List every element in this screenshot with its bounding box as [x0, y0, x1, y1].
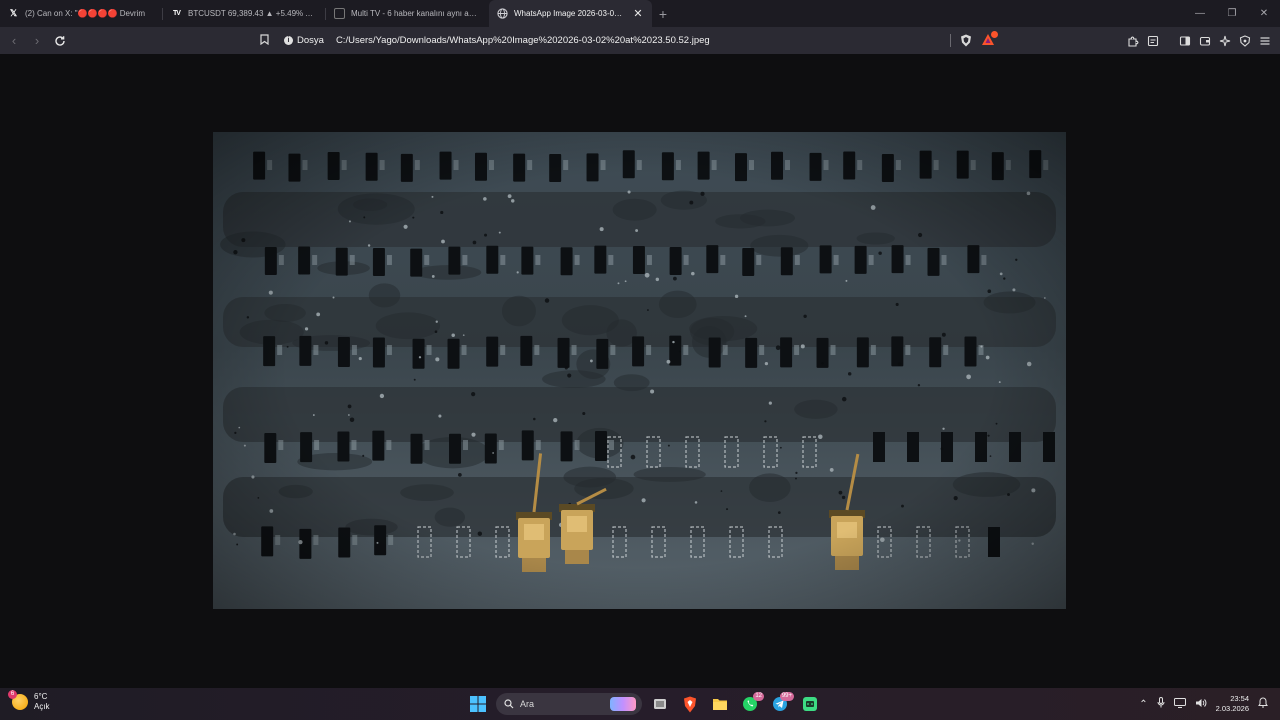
clock-time: 23:54 — [1230, 694, 1249, 703]
address-bar[interactable]: i Dosya C:/Users/Yago/Downloads/WhatsApp… — [254, 30, 1000, 51]
taskbar-center: Ara 12 99+ — [466, 692, 822, 716]
microphone-icon[interactable] — [1157, 697, 1165, 711]
weather-condition: Açık — [34, 702, 50, 711]
system-tray: ⌃ 23:54 2.03.2026 — [1139, 692, 1268, 716]
search-highlight-icon — [610, 697, 636, 711]
windows-taskbar: 6 6°C Açık Ara 12 99+ ⌃ 23:54 2.03.2026 — [0, 688, 1280, 720]
telegram-badge: 99+ — [779, 692, 794, 701]
new-tab-button[interactable]: + — [652, 0, 674, 27]
reader-mode-icon[interactable] — [1146, 34, 1160, 48]
telegram-icon[interactable]: 99+ — [768, 692, 794, 716]
sidebar-icon[interactable] — [1178, 34, 1192, 48]
sun-icon: 6 — [8, 690, 28, 710]
android-studio-icon[interactable] — [798, 692, 822, 716]
vpn-shield-icon[interactable] — [1238, 34, 1252, 48]
taskbar-search[interactable]: Ara — [496, 693, 642, 715]
tab-title: BTCUSDT 69,389.43 ▲ +5.49% Adsız — [188, 9, 318, 18]
toolbar-right-icons — [1126, 27, 1272, 54]
restore-icon[interactable]: ❐ — [1216, 0, 1248, 27]
brave-browser-icon[interactable] — [678, 692, 702, 716]
chevron-up-icon[interactable]: ⌃ — [1139, 699, 1147, 710]
weather-badge: 6 — [8, 690, 17, 699]
rewards-badge — [991, 31, 998, 38]
forward-icon[interactable]: › — [27, 31, 47, 51]
tab-title: WhatsApp Image 2026-03-02 at — [514, 9, 626, 18]
bookmark-icon[interactable] — [254, 33, 274, 48]
image-viewer — [0, 54, 1280, 688]
weather-widget[interactable]: 6 6°C Açık — [8, 690, 50, 712]
close-window-icon[interactable]: ✕ — [1248, 0, 1280, 27]
info-icon: i — [284, 36, 293, 45]
wallet-icon[interactable] — [1198, 34, 1212, 48]
tradingview-icon: TV — [173, 10, 181, 17]
document-icon — [334, 8, 345, 19]
tab-strip: 𝕏 (2) Can on X: "🔴🔴🔴🔴 Devrim TV BTCUSDT … — [0, 0, 1280, 27]
tab-x[interactable]: 𝕏 (2) Can on X: "🔴🔴🔴🔴 Devrim — [0, 0, 163, 27]
nav-buttons: ‹ › — [4, 31, 70, 51]
leo-ai-icon[interactable] — [1218, 34, 1232, 48]
volume-icon[interactable] — [1195, 698, 1207, 711]
x-logo-icon: 𝕏 — [9, 8, 18, 18]
brave-rewards-icon[interactable] — [981, 31, 998, 47]
site-info[interactable]: i Dosya — [284, 35, 324, 46]
tab-multitv[interactable]: Multi TV - 6 haber kanalını aynı anda — [326, 0, 489, 27]
window-controls: — ❐ ✕ — [1184, 0, 1280, 27]
whatsapp-badge: 12 — [753, 692, 764, 701]
search-placeholder: Ara — [520, 699, 535, 709]
menu-icon[interactable] — [1258, 34, 1272, 48]
task-view-icon[interactable] — [648, 692, 672, 716]
tab-title: Multi TV - 6 haber kanalını aynı anda — [351, 9, 481, 18]
browser-toolbar: ‹ › i Dosya C:/Users/Yago/Downloads/What… — [0, 27, 1280, 54]
minimize-icon[interactable]: — — [1184, 0, 1216, 27]
globe-icon — [497, 8, 508, 19]
tab-whatsapp-image[interactable]: WhatsApp Image 2026-03-02 at ✕ — [489, 0, 652, 27]
tab-tradingview[interactable]: TV BTCUSDT 69,389.43 ▲ +5.49% Adsız — [163, 0, 326, 27]
windows-start-icon[interactable] — [466, 692, 490, 716]
network-icon[interactable] — [1173, 697, 1186, 711]
tab-title: (2) Can on X: "🔴🔴🔴🔴 Devrim — [25, 9, 146, 18]
clock[interactable]: 23:54 2.03.2026 — [1216, 694, 1249, 714]
address-divider — [950, 34, 951, 47]
clock-date: 2.03.2026 — [1215, 704, 1249, 713]
close-tab-icon[interactable]: ✕ — [632, 8, 644, 20]
notification-bell-icon[interactable] — [1258, 697, 1268, 711]
search-icon — [504, 699, 514, 709]
url-text[interactable]: C:/Users/Yago/Downloads/WhatsApp%20Image… — [336, 35, 710, 46]
site-label: Dosya — [297, 35, 324, 46]
file-explorer-icon[interactable] — [708, 692, 732, 716]
extensions-icon[interactable] — [1126, 34, 1140, 48]
whatsapp-icon[interactable]: 12 — [738, 692, 764, 716]
back-icon[interactable]: ‹ — [4, 31, 24, 51]
reload-icon[interactable] — [50, 31, 70, 51]
temperature: 6°C — [34, 692, 48, 701]
brave-shields-icon[interactable] — [960, 34, 972, 47]
aerial-cemetery-photo[interactable] — [213, 132, 1066, 609]
